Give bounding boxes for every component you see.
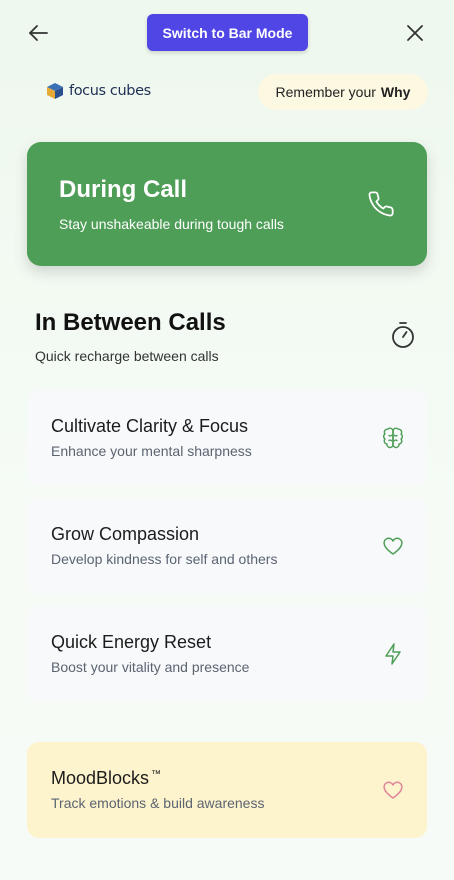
why-prefix: Remember your <box>275 84 376 100</box>
brand-logo: focus cubes <box>46 80 151 102</box>
quick-energy-reset-card[interactable]: Quick Energy Reset Boost your vitality a… <box>27 606 427 702</box>
card-subtitle: Boost your vitality and presence <box>51 659 250 675</box>
moodblocks-title: MoodBlocks ™ <box>51 768 161 789</box>
why-emphasis: Why <box>380 84 411 100</box>
brain-icon <box>381 426 405 450</box>
timer-icon <box>388 320 418 350</box>
brand-name: focus cubes <box>69 83 151 99</box>
top-bar: Switch to Bar Mode <box>0 0 454 66</box>
moodblocks-card[interactable]: MoodBlocks ™ Track emotions & build aware… <box>27 742 427 838</box>
during-call-subtitle: Stay unshakeable during tough calls <box>59 216 284 232</box>
card-subtitle: Enhance your mental sharpness <box>51 443 252 459</box>
switch-to-bar-mode-button[interactable]: Switch to Bar Mode <box>147 14 308 51</box>
card-title: Cultivate Clarity & Focus <box>51 416 249 436</box>
phone-icon <box>367 190 395 218</box>
during-call-title: During Call <box>59 176 188 203</box>
remember-your-why-button[interactable]: Remember your Why <box>258 74 428 110</box>
back-arrow-icon[interactable] <box>26 20 52 46</box>
during-call-card[interactable]: During Call Stay unshakeable during toug… <box>27 142 427 266</box>
card-subtitle: Develop kindness for self and others <box>51 551 278 567</box>
card-title: Grow Compassion <box>51 524 200 544</box>
card-title: Quick Energy Reset <box>51 632 212 652</box>
cultivate-clarity-card[interactable]: Cultivate Clarity & Focus Enhance your m… <box>27 390 427 486</box>
grow-compassion-card[interactable]: Grow Compassion Develop kindness for sel… <box>27 498 427 594</box>
between-calls-subtitle: Quick recharge between calls <box>35 348 219 364</box>
heart-outline-icon <box>381 778 405 802</box>
heart-icon <box>381 534 405 558</box>
lightning-icon <box>381 642 405 666</box>
card-subtitle: Track emotions & build awareness <box>51 795 265 811</box>
cube-logo-icon <box>47 83 63 99</box>
trademark-symbol: ™ <box>151 769 162 780</box>
moodblocks-name: MoodBlocks <box>51 768 150 788</box>
close-icon[interactable] <box>402 20 428 46</box>
between-calls-title: In Between Calls <box>35 309 226 336</box>
